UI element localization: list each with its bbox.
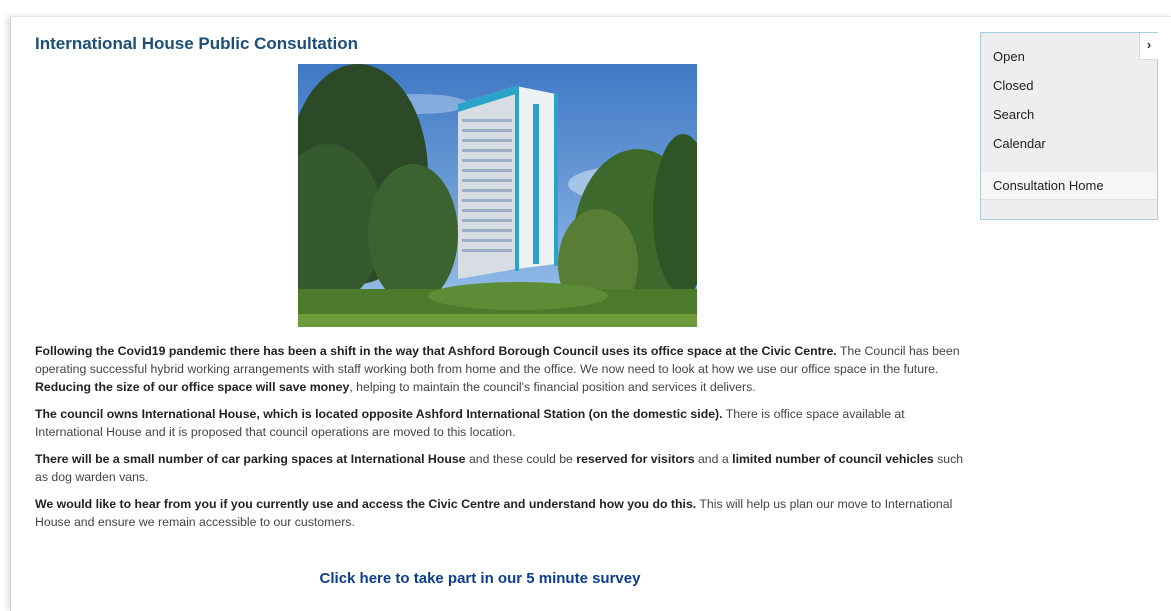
intro-bold-2: Reducing the size of our office space wi…: [35, 380, 350, 394]
sidebar-item-calendar[interactable]: Calendar: [993, 136, 1046, 151]
intro-bold-1: Following the Covid19 pandemic there has…: [35, 344, 837, 358]
consultation-sidebar: › Open Closed Search Calendar Consultati…: [980, 32, 1158, 220]
parking-bold-2: reserved for visitors: [576, 452, 695, 466]
sidebar-item-consultation-home[interactable]: Consultation Home: [993, 178, 1104, 193]
page-title: International House Public Consultation: [35, 34, 359, 53]
consultation-body: Following the Covid19 pandemic there has…: [35, 342, 965, 540]
parking-paragraph: There will be a small number of car park…: [35, 450, 965, 486]
intro-text-2: , helping to maintain the council's fina…: [349, 380, 756, 394]
sidebar-item-closed[interactable]: Closed: [993, 78, 1033, 93]
sidebar-toggle-button[interactable]: ›: [1139, 33, 1158, 60]
location-bold-1: The council owns International House, wh…: [35, 407, 723, 421]
feedback-paragraph: We would like to hear from you if you cu…: [35, 495, 965, 531]
sidebar-item-search[interactable]: Search: [993, 107, 1034, 122]
sidebar-item-open[interactable]: Open: [993, 49, 1025, 64]
parking-bold-3: limited number of council vehicles: [732, 452, 934, 466]
international-house-photo: [298, 64, 697, 327]
feedback-bold-1: We would like to hear from you if you cu…: [35, 497, 697, 511]
parking-text-1: and these could be: [465, 452, 577, 466]
intro-paragraph: Following the Covid19 pandemic there has…: [35, 342, 965, 396]
sidebar-divider: [981, 199, 1157, 200]
parking-text-2: and a: [694, 452, 733, 466]
location-paragraph: The council owns International House, wh…: [35, 405, 965, 441]
parking-bold-1: There will be a small number of car park…: [35, 452, 466, 466]
survey-link[interactable]: Click here to take part in our 5 minute …: [0, 570, 960, 587]
chevron-right-icon: ›: [1146, 37, 1152, 52]
